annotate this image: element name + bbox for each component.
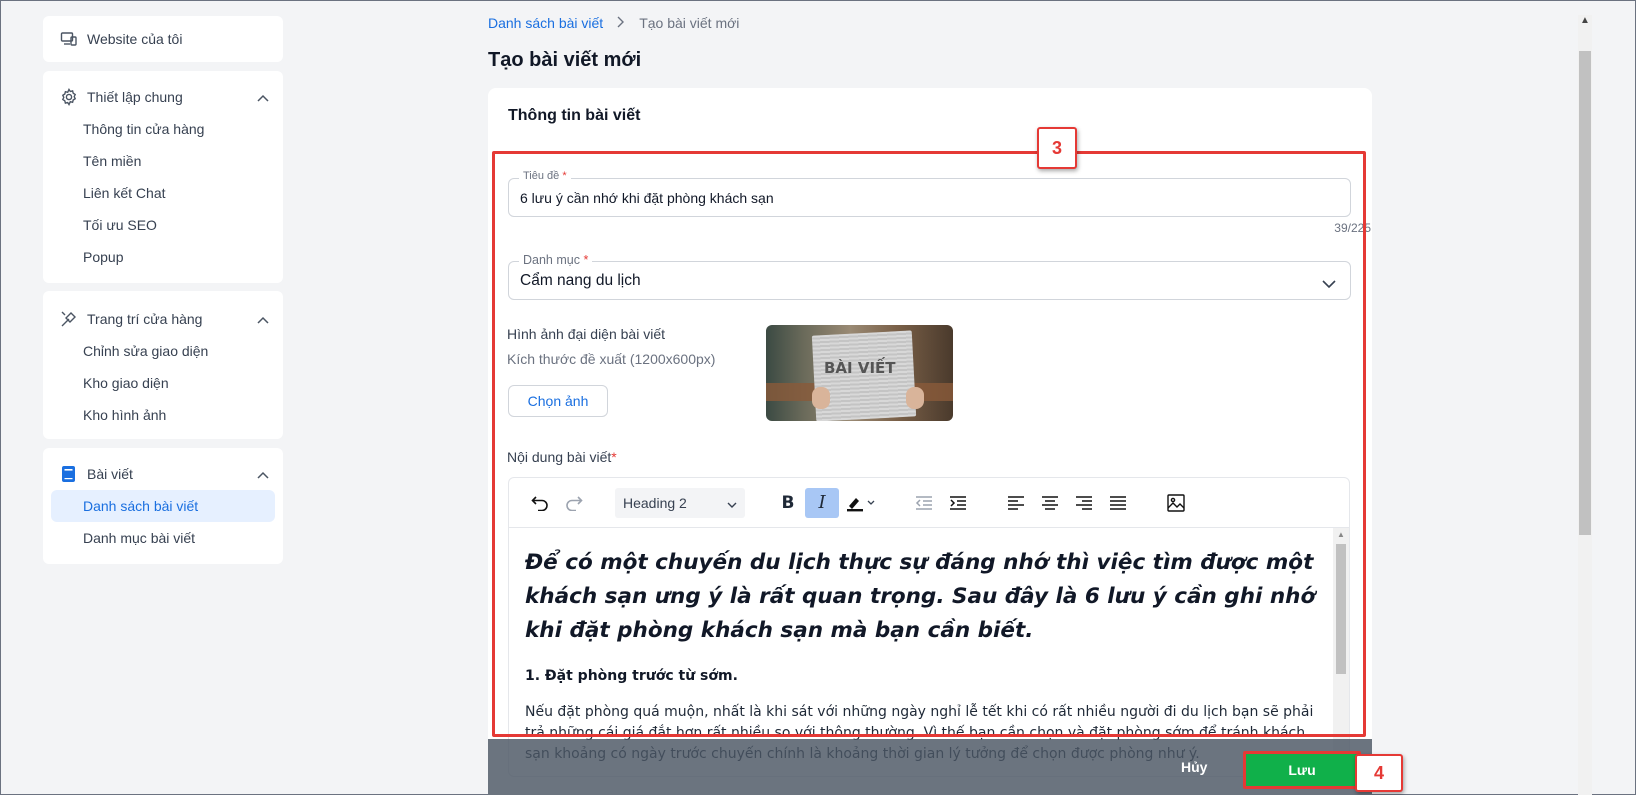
website-card[interactable]: Website của tôi — [43, 16, 283, 62]
featured-image-hint: Kích thước đề xuất (1200x600px) — [507, 351, 716, 367]
scroll-up-icon[interactable]: ▲ — [1580, 15, 1590, 26]
insert-image-icon[interactable] — [1159, 488, 1193, 518]
content-subheading: 1. Đặt phòng trước từ sớm. — [525, 668, 738, 684]
sidebar-item-post-categories[interactable]: Danh mục bài viết — [43, 522, 283, 554]
content-label: Nội dung bài viết* — [507, 449, 617, 465]
page-title: Tạo bài viết mới — [488, 49, 642, 71]
category-select[interactable]: Danh mục * Cẩm nang du lịch — [508, 253, 1351, 300]
sidebar-item-theme-store[interactable]: Kho giao diện — [43, 367, 283, 399]
chevron-up-icon[interactable] — [257, 89, 269, 105]
featured-image-label: Hình ảnh đại diện bài viết — [507, 326, 665, 342]
sidebar-item-chat-link[interactable]: Liên kết Chat — [43, 177, 283, 209]
align-right-icon[interactable] — [1067, 488, 1101, 518]
category-label: Danh mục * — [519, 253, 593, 267]
redo-icon[interactable] — [557, 488, 591, 518]
choose-image-button[interactable]: Chọn ảnh — [508, 385, 608, 417]
action-bar — [488, 739, 1372, 795]
title-input[interactable]: 6 lưu ý cần nhớ khi đặt phòng khách sạn — [520, 190, 774, 206]
book-icon — [59, 464, 79, 484]
sidebar-group-label: Trang trí cửa hàng — [87, 311, 203, 327]
align-center-icon[interactable] — [1033, 488, 1067, 518]
website-label: Website của tôi — [87, 31, 183, 47]
devices-icon — [59, 29, 79, 49]
heading-select[interactable]: Heading 2 — [615, 487, 745, 518]
breadcrumb: Danh sách bài viết Tạo bài viết mới — [488, 15, 739, 31]
chevron-down-icon — [727, 495, 737, 511]
chevron-up-icon[interactable] — [257, 311, 269, 327]
indent-icon[interactable] — [941, 488, 975, 518]
sidebar-group-label: Bài viết — [87, 466, 133, 482]
sidebar-item-seo[interactable]: Tối ưu SEO — [43, 209, 283, 241]
annotation-marker-4: 4 — [1355, 754, 1403, 792]
content-heading: Để có một chuyến du lịch thực sự đáng nh… — [525, 550, 1316, 643]
chevron-down-icon — [1322, 276, 1336, 294]
sidebar-item-image-store[interactable]: Kho hình ảnh — [43, 399, 283, 431]
breadcrumb-current: Tạo bài viết mới — [639, 15, 740, 31]
brush-icon — [59, 309, 79, 329]
align-justify-icon[interactable] — [1101, 488, 1135, 518]
cancel-button[interactable]: Hủy — [1181, 759, 1207, 775]
italic-icon[interactable]: I — [805, 487, 839, 518]
outdent-icon[interactable] — [907, 488, 941, 518]
category-value: Cẩm nang du lịch — [520, 272, 641, 289]
sidebar-item-edit-theme[interactable]: Chỉnh sửa giao diện — [43, 335, 283, 367]
gear-icon — [59, 87, 79, 107]
highlight-color-icon[interactable] — [839, 488, 883, 518]
align-left-icon[interactable] — [999, 488, 1033, 518]
title-field-label: Tiêu đề * — [519, 170, 571, 182]
sidebar-item-store-info[interactable]: Thông tin cửa hàng — [43, 113, 283, 145]
undo-icon[interactable] — [523, 488, 557, 518]
settings-card: Thiết lập chung Thông tin cửa hàng Tên m… — [43, 71, 283, 283]
breadcrumb-parent-link[interactable]: Danh sách bài viết — [488, 15, 603, 31]
bold-icon[interactable]: B — [771, 488, 805, 518]
decor-card: Trang trí cửa hàng Chỉnh sửa giao diện K… — [43, 291, 283, 439]
sidebar-group-label: Thiết lập chung — [87, 89, 183, 105]
sidebar-group-posts[interactable]: Bài viết — [43, 458, 283, 490]
featured-image-thumbnail[interactable]: BÀI VIẾT — [766, 325, 953, 421]
scrollbar-thumb[interactable] — [1579, 51, 1591, 535]
title-field[interactable]: Tiêu đề * 6 lưu ý cần nhớ khi đặt phòng … — [508, 170, 1351, 217]
chevron-right-icon — [617, 15, 625, 31]
sidebar-group-decor[interactable]: Trang trí cửa hàng — [43, 303, 283, 335]
rich-text-editor[interactable]: Heading 2 B I Để có một chuyến du lịch t… — [508, 477, 1350, 777]
sidebar-item-post-list[interactable]: Danh sách bài viết — [51, 490, 275, 522]
annotation-marker-3: 3 — [1037, 127, 1077, 169]
page-scrollbar[interactable]: ▲ — [1578, 15, 1592, 795]
sidebar-group-settings[interactable]: Thiết lập chung — [43, 81, 283, 113]
sidebar-item-domain[interactable]: Tên miền — [43, 145, 283, 177]
section-title: Thông tin bài viết — [508, 107, 641, 124]
chevron-up-icon[interactable] — [257, 466, 269, 482]
save-button[interactable]: Lưu — [1243, 751, 1361, 789]
thumbnail-text: BÀI VIẾT — [824, 359, 896, 377]
sidebar-item-popup[interactable]: Popup — [43, 241, 283, 273]
posts-card: Bài viết Danh sách bài viết Danh mục bài… — [43, 448, 283, 564]
title-char-counter: 39/225 — [1334, 221, 1371, 235]
editor-toolbar: Heading 2 B I — [509, 478, 1349, 528]
heading-select-value: Heading 2 — [623, 494, 687, 511]
